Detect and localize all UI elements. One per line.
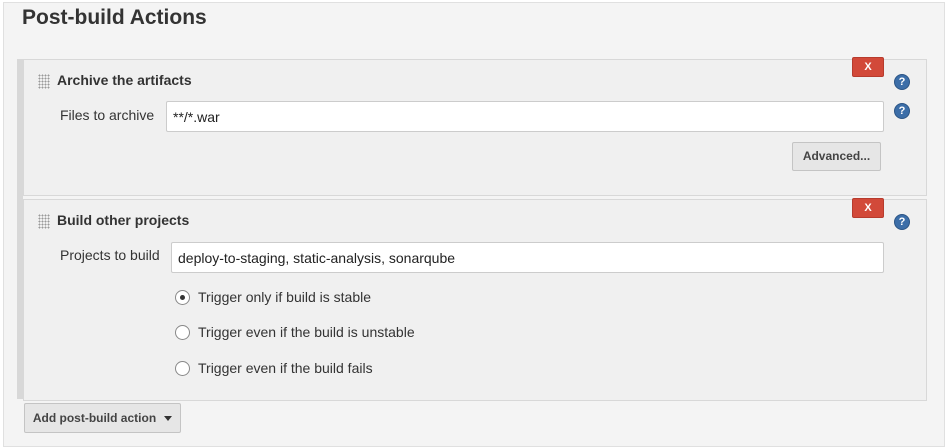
build-other-block-title: Build other projects [57,212,190,228]
files-to-archive-input[interactable] [166,101,884,132]
trigger-option-label: Trigger even if the build fails [198,360,373,376]
radio-button[interactable] [175,325,190,340]
delete-build-other-button[interactable]: X [852,198,884,218]
add-post-build-action-label: Add post-build action [32,411,157,425]
projects-to-build-label: Projects to build [60,247,160,263]
trigger-option-label: Trigger even if the build is unstable [198,324,415,340]
trigger-option-label: Trigger only if build is stable [198,289,372,305]
projects-to-build-input[interactable] [171,242,884,273]
delete-archive-button[interactable]: X [852,57,884,77]
radio-button[interactable] [175,290,190,305]
drag-handle-icon[interactable] [38,74,50,89]
add-post-build-action-button[interactable]: Add post-build action [24,403,181,433]
archive-artifacts-block: Archive the artifacts X ? Files to archi… [23,57,927,196]
advanced-button[interactable]: Advanced... [792,142,881,171]
help-icon[interactable]: ? [894,214,910,230]
chevron-down-icon [164,416,173,422]
radio-button[interactable] [175,361,190,376]
files-help-icon[interactable]: ? [894,103,910,119]
build-other-projects-block: Build other projects X ? Projects to bui… [23,198,927,401]
archive-block-title: Archive the artifacts [57,72,192,88]
section-title: Post-build Actions [22,6,207,29]
files-to-archive-label: Files to archive [60,107,155,123]
drag-handle-icon[interactable] [38,214,50,229]
help-icon[interactable]: ? [894,74,910,90]
